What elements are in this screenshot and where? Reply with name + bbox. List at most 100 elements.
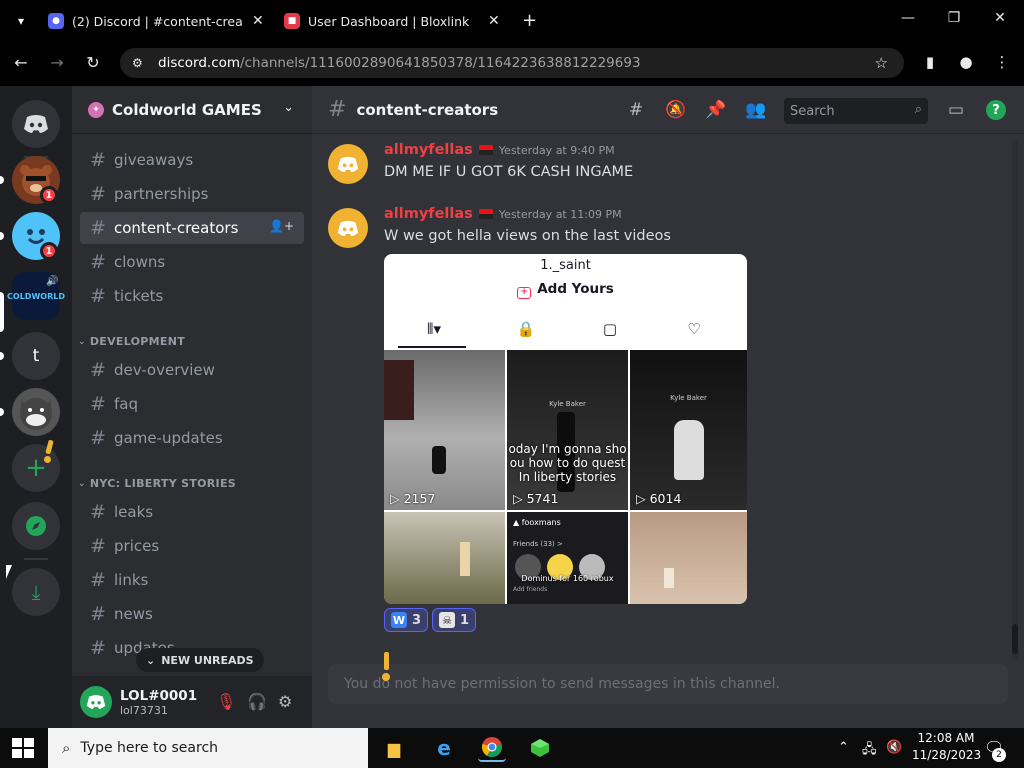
tray-overflow-icon[interactable]: ⌃ <box>838 740 849 755</box>
channel-tickets[interactable]: # tickets <box>80 280 304 312</box>
browser-tab-bloxlink[interactable]: ■ User Dashboard | Bloxlink ✕ <box>284 6 506 36</box>
user-info[interactable]: LOL#0001 lol73731 <box>120 688 197 717</box>
chrome-icon[interactable] <box>478 734 506 762</box>
headphones-icon[interactable]: 🎧 <box>247 692 267 711</box>
roblox-studio-icon[interactable] <box>526 734 554 762</box>
image-attachment[interactable]: 1._saint + Add Yours ⦀▾ 🔒 ▢ ♡ ▷ 2157 Kyle… <box>384 254 747 604</box>
menu-kebab-icon[interactable]: ⋮ <box>992 53 1012 71</box>
channel-content-creators[interactable]: # content-creators 👤+ <box>80 212 304 244</box>
channel-label: leaks <box>114 503 154 521</box>
selected-pill <box>0 292 4 332</box>
liked-heart-icon: ♡ <box>687 320 701 338</box>
address-bar[interactable]: ⚙ discord.com/channels/11160028906418503… <box>120 48 904 78</box>
reaction-w[interactable]: W3 <box>384 608 429 632</box>
message-author[interactable]: allmyfellas <box>384 142 473 158</box>
inbox-icon[interactable]: ▭ <box>944 100 968 120</box>
notification-count: 2 <box>992 748 1006 762</box>
restore-icon[interactable]: ❐ <box>942 10 966 26</box>
channel-label: game-updates <box>114 429 223 447</box>
invite-member-icon[interactable]: 👤+ <box>269 219 294 233</box>
avatar[interactable] <box>328 208 368 248</box>
server-cat-avatar[interactable] <box>12 388 60 436</box>
new-tab-icon[interactable]: + <box>522 10 537 31</box>
hash-icon: # <box>90 359 106 381</box>
hash-icon: # <box>90 149 106 171</box>
scrollbar-thumb[interactable] <box>1012 624 1018 654</box>
threads-icon[interactable]: # <box>624 100 648 120</box>
file-explorer-icon[interactable]: ▆ <box>380 734 408 762</box>
pinned-messages-icon[interactable]: 📌 <box>704 100 728 120</box>
edge-icon[interactable]: e <box>430 734 458 762</box>
view-count: ▷ 2157 <box>390 491 436 506</box>
avatar-figure <box>674 420 704 480</box>
channel-prices[interactable]: # prices <box>80 530 304 562</box>
site-info-icon[interactable]: ⚙ <box>132 56 150 70</box>
notification-settings-icon[interactable]: 🔕 <box>664 100 688 120</box>
volume-muted-icon[interactable]: 🔇 <box>886 740 902 755</box>
channel-partnerships[interactable]: # partnerships <box>80 178 304 210</box>
bookmark-star-icon[interactable]: ☆ <box>875 54 888 72</box>
profile-handle: ▲ fooxmans <box>513 518 561 527</box>
hash-icon: # <box>90 183 106 205</box>
profile-icon[interactable]: ● <box>956 53 976 71</box>
taskbar-clock[interactable]: 12:08 AM 11/28/2023 <box>912 730 981 764</box>
w-emoji-icon: W <box>391 612 407 628</box>
speaker-icon: 🔊 <box>46 276 59 287</box>
avatar[interactable] <box>328 144 368 184</box>
notification-center-icon[interactable]: 🗨 2 <box>984 738 1006 762</box>
gear-icon[interactable]: ⚙ <box>278 692 292 711</box>
channel-leaks[interactable]: # leaks <box>80 496 304 528</box>
unread-pill <box>0 232 4 240</box>
help-icon[interactable]: ? <box>986 100 1006 120</box>
taskbar-search-placeholder: Type here to search <box>80 740 219 756</box>
reaction-count: 3 <box>412 612 422 628</box>
channel-game-updates[interactable]: # game-updates <box>80 422 304 454</box>
guild-icon: ✦ <box>88 101 104 118</box>
taskbar-search-input[interactable]: ⌕ Type here to search <box>48 728 368 768</box>
explore-servers-icon[interactable] <box>12 502 60 550</box>
message-author[interactable]: allmyfellas <box>384 206 473 222</box>
discord-home-icon[interactable] <box>12 100 60 148</box>
close-window-icon[interactable]: ✕ <box>988 10 1012 26</box>
forward-icon[interactable]: → <box>46 53 68 72</box>
chat-scrollbar[interactable] <box>1012 140 1018 660</box>
back-icon[interactable]: ← <box>10 53 32 72</box>
profile-tabs: ⦀▾ 🔒 ▢ ♡ <box>384 314 747 348</box>
avatar[interactable] <box>80 686 112 718</box>
close-tab-icon[interactable]: ✕ <box>252 13 264 29</box>
tiktok-username: 1._saint <box>540 258 591 273</box>
view-count: ▷ 6014 <box>636 491 682 506</box>
browser-tab-discord[interactable]: ● (2) Discord | #content-creators | ✕ <box>48 6 270 36</box>
windows-start-icon[interactable] <box>12 738 34 758</box>
channel-clowns[interactable]: # clowns <box>80 246 304 278</box>
bloxlink-favicon-icon: ■ <box>284 13 300 29</box>
unread-pill <box>0 408 4 416</box>
tab-search-dropdown-icon[interactable]: ▾ <box>12 12 30 30</box>
url-host: discord.com <box>158 55 241 71</box>
minimize-icon[interactable]: — <box>896 10 920 26</box>
network-icon[interactable]: 🖧 <box>862 740 877 762</box>
close-tab-icon[interactable]: ✕ <box>488 13 500 29</box>
username: LOL#0001 <box>120 687 198 704</box>
channel-giveaways[interactable]: # giveaways <box>80 144 304 176</box>
category-nyc-liberty-stories[interactable]: ⌄ NYC: LIBERTY STORIES <box>78 477 236 490</box>
lock-icon: 🔒 <box>516 320 536 338</box>
user-panel: LOL#0001 lol73731 🎙 🎧 ⚙ <box>72 676 312 728</box>
guild-header[interactable]: ✦ Coldworld GAMES ⌄ <box>72 86 312 134</box>
reaction-skull[interactable]: ☠ 1 <box>432 608 477 632</box>
channel-links[interactable]: # links <box>80 564 304 596</box>
reload-icon[interactable]: ↻ <box>82 53 104 72</box>
channel-faq[interactable]: # faq <box>80 388 304 420</box>
server-t-icon[interactable]: t <box>12 332 60 380</box>
channel-news[interactable]: # news <box>80 598 304 630</box>
member-list-icon[interactable]: 👥 <box>744 100 768 120</box>
search-input[interactable]: Search ⌕ <box>784 98 928 124</box>
chevron-down-icon[interactable]: ⌄ <box>283 100 294 115</box>
new-unreads-button[interactable]: ⌄ NEW UNREADS <box>136 648 264 672</box>
category-development[interactable]: ⌄ DEVELOPMENT <box>78 335 185 348</box>
mute-microphone-icon[interactable]: 🎙 <box>216 692 236 711</box>
add-server-icon[interactable]: + <box>12 444 60 492</box>
channel-dev-overview[interactable]: # dev-overview <box>80 354 304 386</box>
download-apps-icon[interactable]: ⤓ <box>12 568 60 616</box>
side-panel-icon[interactable]: ▮ <box>920 53 940 71</box>
